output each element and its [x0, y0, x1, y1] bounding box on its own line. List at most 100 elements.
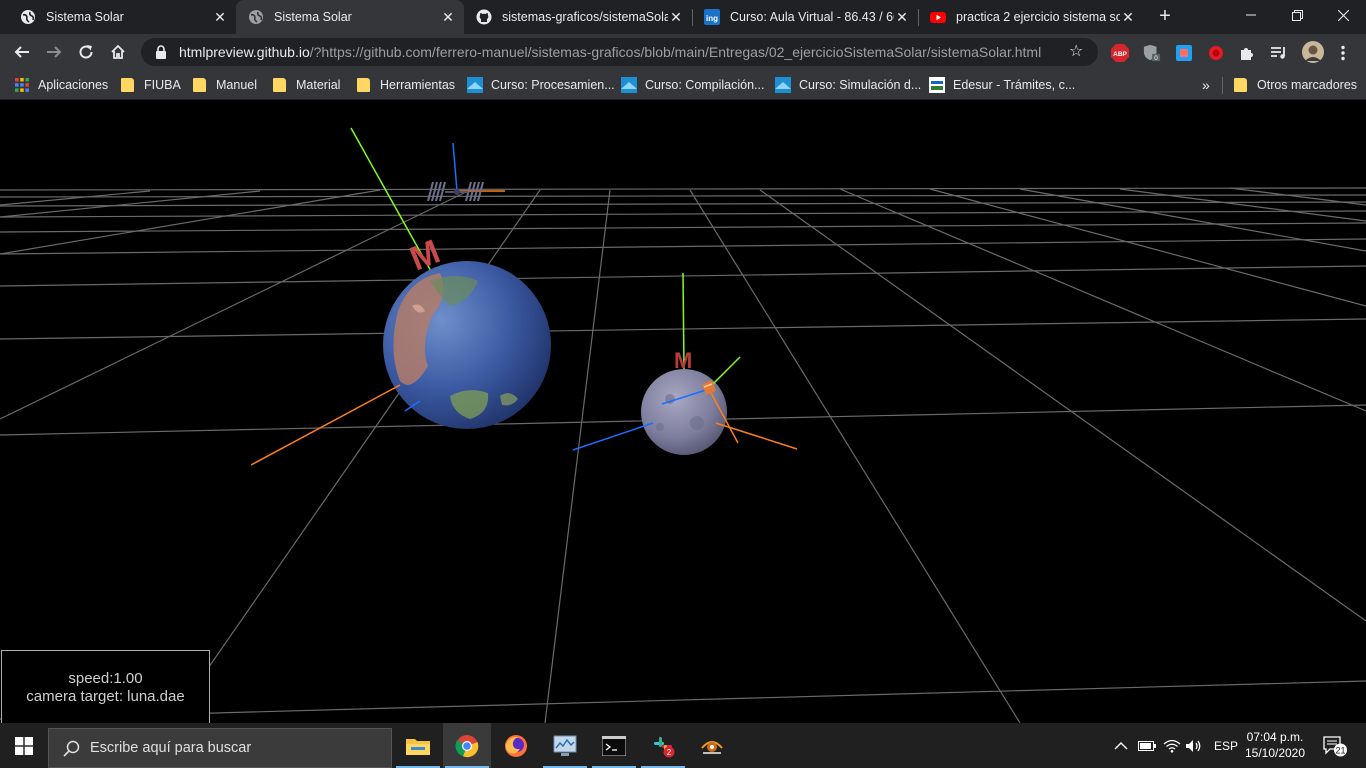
- bookmark-curso-compilacion[interactable]: Curso: Compilación...: [621, 76, 765, 94]
- scene-render[interactable]: M M: [0, 101, 1366, 723]
- svg-text:2: 2: [667, 748, 672, 757]
- webgl-canvas[interactable]: M M speed:1.00 camera target: luna.dae: [0, 101, 1366, 723]
- bookmark-herramientas[interactable]: Herramientas: [357, 76, 455, 94]
- tab-sistema-solar-2[interactable]: Sistema Solar ✕: [236, 0, 464, 34]
- back-button[interactable]: [8, 38, 36, 66]
- bookmark-otros-marcadores[interactable]: Otros marcadores: [1234, 76, 1357, 94]
- address-bar[interactable]: htmlpreview.github.io/?https://github.co…: [141, 38, 1098, 66]
- language-text: ESP: [1214, 738, 1239, 753]
- bookmark-star-icon[interactable]: ☆: [1069, 41, 1083, 61]
- new-tab-button[interactable]: +: [1154, 5, 1176, 27]
- slack-icon: 2: [654, 736, 675, 757]
- restore-icon: [1291, 9, 1303, 21]
- earth-planet[interactable]: [383, 261, 551, 429]
- menu-kebab-icon[interactable]: [1334, 44, 1352, 62]
- taskbar-slack[interactable]: 2: [639, 723, 687, 768]
- close-window-button[interactable]: [1320, 0, 1366, 30]
- url-path: /?https://github.com/ferrero-manuel/sist…: [309, 44, 1042, 60]
- bookmark-label: Edesur - Trámites, c...: [953, 78, 1076, 92]
- bookmarks-overflow-button[interactable]: »: [1202, 76, 1210, 94]
- bookmarks-divider: [1222, 77, 1223, 94]
- forward-button[interactable]: [40, 38, 68, 66]
- close-tab-icon[interactable]: ✕: [440, 9, 456, 25]
- campus-icon: [467, 77, 483, 93]
- tray-overflow-chevron[interactable]: [1114, 723, 1128, 768]
- campus-icon: ing: [704, 9, 720, 25]
- bookmark-manuel[interactable]: Manuel: [193, 76, 257, 94]
- campus-icon: [621, 77, 637, 93]
- battery-icon[interactable]: [1138, 723, 1156, 768]
- extensions-puzzle-icon[interactable]: [1238, 44, 1256, 62]
- tab-youtube[interactable]: practica 2 ejercicio sistema sol ✕: [918, 0, 1144, 34]
- satellite: [427, 142, 505, 202]
- wifi-icon[interactable]: [1163, 723, 1181, 768]
- bookmarks-bar: Aplicaciones FIUBA Manuel Material Herra…: [0, 70, 1366, 100]
- github-icon: [476, 9, 492, 25]
- taskbar-chrome[interactable]: [443, 723, 491, 768]
- search-placeholder: Escribe aquí para buscar: [90, 740, 252, 756]
- system-clock[interactable]: 07:04 p.m. 15/10/2020: [1240, 729, 1310, 761]
- folder-icon: [1234, 78, 1247, 92]
- tab-title: Sistema Solar: [46, 10, 124, 24]
- restore-button[interactable]: [1274, 0, 1320, 30]
- folder-icon: [121, 78, 134, 92]
- folder-icon: [193, 78, 206, 92]
- taskbar-file-explorer[interactable]: [394, 723, 442, 768]
- chevron-up-icon: [1114, 741, 1128, 749]
- notification-center-icon[interactable]: 21: [1322, 723, 1348, 768]
- home-button[interactable]: [104, 38, 132, 66]
- bookmark-aplicaciones[interactable]: Aplicaciones: [14, 76, 108, 94]
- profile-avatar[interactable]: [1302, 41, 1324, 63]
- close-tab-icon[interactable]: ✕: [212, 9, 228, 25]
- shield-extension-icon[interactable]: 0: [1143, 44, 1161, 62]
- bookmark-label: FIUBA: [144, 78, 181, 92]
- bookmark-material[interactable]: Material: [273, 76, 340, 94]
- record-extension-icon[interactable]: [1207, 44, 1225, 62]
- bookmark-curso-procesamiento[interactable]: Curso: Procesamien...: [467, 76, 615, 94]
- bookmark-label: Curso: Procesamien...: [491, 78, 615, 92]
- close-tab-icon[interactable]: ✕: [1120, 9, 1136, 25]
- adblock-plus-icon[interactable]: ABP: [1111, 44, 1129, 62]
- globe-icon: [248, 9, 264, 25]
- apps-grid-icon: [15, 78, 29, 92]
- bookmark-fiuba[interactable]: FIUBA: [121, 76, 181, 94]
- bookmark-label: Curso: Compilación...: [645, 78, 765, 92]
- bookmark-curso-simulacion[interactable]: Curso: Simulación d...: [775, 76, 921, 94]
- close-tab-icon[interactable]: ✕: [894, 9, 910, 25]
- firefox-icon: [505, 734, 527, 757]
- ground-grid: [0, 187, 1366, 723]
- reload-button[interactable]: [72, 38, 100, 66]
- media-control-icon[interactable]: [1270, 44, 1288, 62]
- folder-icon: [273, 78, 286, 92]
- info-overlay: speed:1.00 camera target: luna.dae: [1, 650, 210, 723]
- bookmark-label: Herramientas: [380, 78, 456, 92]
- square-extension-icon[interactable]: [1175, 44, 1193, 62]
- file-explorer-icon: [406, 738, 430, 755]
- windows-taskbar: Escribe aquí para buscar 2 ESP 07:04 p.m…: [0, 723, 1366, 768]
- lock-icon: [156, 45, 166, 59]
- browser-toolbar: htmlpreview.github.io/?https://github.co…: [0, 34, 1366, 70]
- taskbar-resource-monitor[interactable]: [541, 723, 589, 768]
- earth-axis-x: [250, 384, 401, 466]
- bookmark-label: Aplicaciones: [38, 78, 109, 92]
- taskbar-search[interactable]: Escribe aquí para buscar: [48, 728, 392, 768]
- taskbar-dia[interactable]: [688, 723, 736, 768]
- language-indicator[interactable]: ESP: [1214, 723, 1238, 768]
- minimize-button[interactable]: [1228, 0, 1274, 30]
- tab-aula-virtual[interactable]: ing Curso: Aula Virtual - 86.43 / 66 ✕: [692, 0, 918, 34]
- monitor-icon: [553, 735, 577, 756]
- start-button[interactable]: [0, 723, 48, 768]
- taskbar-terminal[interactable]: [590, 723, 638, 768]
- close-tab-icon[interactable]: ✕: [668, 9, 684, 25]
- volume-icon[interactable]: [1185, 723, 1203, 768]
- chevron-more-icon: »: [1202, 77, 1210, 93]
- back-arrow-icon: [14, 46, 29, 58]
- moon-label: M: [674, 348, 692, 373]
- bookmark-edesur[interactable]: Edesur - Trámites, c...: [929, 76, 1075, 94]
- tab-title: practica 2 ejercicio sistema sol: [956, 10, 1120, 24]
- windows-logo-icon: [15, 736, 33, 755]
- tab-sistema-solar-1[interactable]: Sistema Solar ✕: [8, 0, 236, 34]
- taskbar-firefox[interactable]: [492, 723, 540, 768]
- home-icon: [111, 44, 125, 59]
- tab-github[interactable]: sistemas-graficos/sistemaSolar ✕: [464, 0, 692, 34]
